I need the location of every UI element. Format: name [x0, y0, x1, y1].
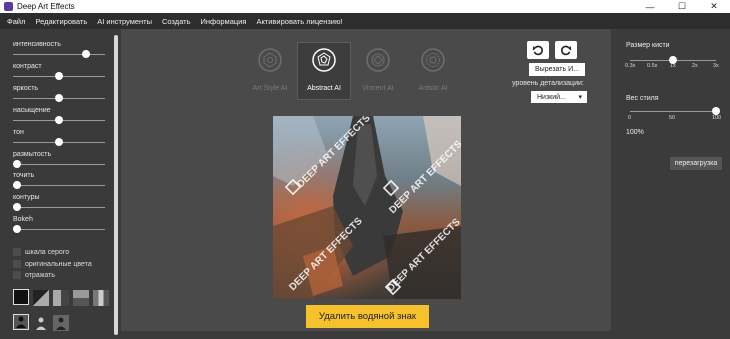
title-bar: Deep Art Effects — ☐ ✕ [0, 0, 730, 13]
checkbox-box[interactable] [13, 271, 21, 279]
preset-dark[interactable] [13, 289, 29, 305]
adjustments-panel: интенсивность контраст яркость насыщение… [0, 29, 118, 339]
slider-knob[interactable] [13, 181, 21, 189]
style-weight-track[interactable] [630, 111, 716, 112]
redo-button[interactable] [555, 41, 577, 59]
person-full-icon[interactable] [13, 314, 29, 330]
checkbox-box[interactable] [13, 260, 21, 268]
remove-watermark-button[interactable]: Удалить водяной знак [306, 305, 429, 328]
slider-track[interactable] [13, 185, 105, 186]
menu-edit[interactable]: Редактировать [35, 17, 87, 26]
style-abstract-ai[interactable]: Abstract AI [297, 42, 351, 100]
preset-diagonal[interactable] [33, 290, 49, 306]
style-weight-label: Вес стиля [626, 95, 659, 102]
slider-label: точить [13, 172, 35, 179]
slider-track[interactable] [13, 207, 105, 208]
slider-label: насыщение [13, 107, 51, 114]
slider-knob[interactable] [55, 94, 63, 102]
style-art-style-ai[interactable]: Art Style AI [244, 43, 296, 99]
slider-knob[interactable] [13, 203, 21, 211]
window-title: Deep Art Effects [17, 2, 75, 11]
art-style-icon [257, 47, 283, 73]
redo-icon [561, 45, 571, 56]
tick-label: 2x [692, 63, 698, 69]
slider-knob[interactable] [55, 116, 63, 124]
preset-stripes[interactable] [93, 290, 109, 306]
style-name: Artistic AI [418, 85, 448, 92]
slider-label: размытость [13, 151, 52, 158]
slider-label: Bokeh [13, 216, 33, 223]
checkbox-box[interactable] [13, 248, 21, 256]
slider-knob[interactable] [81, 50, 90, 58]
minimize-icon[interactable]: — [634, 0, 666, 13]
tick-label: 0 [628, 115, 632, 121]
checkbox-original-colors[interactable]: оригинальные цвета [13, 260, 92, 268]
brush-panel: Размер кисти 0.3x 0.5x 1x 2x 3x Вес стил… [614, 29, 730, 339]
checkbox-label: шкала серого [25, 248, 70, 256]
tick-label: 3x [713, 63, 719, 69]
reload-button[interactable]: перезагрузка [670, 157, 722, 170]
checkbox-label: оригинальные цвета [25, 260, 92, 268]
preset-half[interactable] [73, 290, 89, 306]
detail-level-value: Низкий... [537, 93, 566, 101]
brush-size-label: Размер кисти [626, 42, 670, 49]
app-logo-icon [4, 2, 13, 11]
preset-split[interactable] [53, 290, 69, 306]
cut-button[interactable]: Вырезать И... [529, 63, 585, 76]
style-name: Vincent AI [362, 85, 394, 92]
menu-activate-license[interactable]: Активировать лицензию! [256, 17, 342, 26]
abstract-icon [311, 47, 337, 73]
slider-label: тон [13, 129, 24, 136]
slider-track[interactable] [13, 229, 105, 230]
close-icon[interactable]: ✕ [698, 0, 730, 13]
tick-label: 0.5x [647, 63, 658, 69]
style-weight-percent: 100% [626, 129, 644, 136]
slider-knob[interactable] [13, 160, 21, 168]
maximize-icon[interactable]: ☐ [666, 0, 698, 13]
tick-label: 50 [669, 115, 676, 121]
person-bg-icon[interactable] [53, 315, 69, 331]
artwork-canvas[interactable]: DEEP ART EFFECTS DEEP ART EFFECTS DEEP A… [273, 116, 461, 299]
menu-file[interactable]: Файл [7, 17, 25, 26]
checkbox-label: отражать [25, 271, 56, 279]
slider-track[interactable] [13, 164, 105, 165]
slider-knob[interactable] [55, 72, 63, 80]
style-vincent-ai[interactable]: Vincent AI [352, 43, 404, 99]
checkbox-mirror[interactable]: отражать [13, 271, 55, 279]
chevron-down-icon: ▾ [578, 94, 582, 101]
slider-label: интенсивность [13, 41, 61, 48]
menu-bar: Файл Редактировать AI инструменты Создат… [0, 13, 730, 29]
style-artistic-ai[interactable]: Artistic AI [407, 43, 459, 99]
window-controls: — ☐ ✕ [634, 0, 730, 13]
left-panel-scrollbar[interactable] [114, 35, 118, 335]
menu-create[interactable]: Создать [162, 17, 191, 26]
slider-knob[interactable] [13, 225, 21, 233]
slider-knob[interactable] [55, 138, 63, 146]
person-fg-icon[interactable] [33, 315, 49, 331]
tick-label: 1x [670, 63, 676, 69]
tick-label: 0.3x [625, 63, 636, 69]
menu-ai-tools[interactable]: AI инструменты [97, 17, 152, 26]
slider-track[interactable] [13, 54, 105, 55]
undo-button[interactable] [527, 41, 549, 59]
style-name: Art Style AI [252, 85, 288, 92]
slider-label: контуры [13, 194, 40, 201]
vincent-icon [365, 47, 391, 73]
detail-level-select[interactable]: Низкий... ▾ [531, 91, 587, 103]
tick-label: 100 [712, 115, 722, 121]
artistic-icon [420, 47, 446, 73]
undo-icon [533, 45, 543, 56]
slider-label: яркость [13, 85, 39, 92]
detail-level-label: уровень детализации: [512, 80, 584, 87]
style-weight-knob[interactable] [712, 107, 720, 115]
slider-label: контраст [13, 63, 42, 70]
workspace: Art Style AI Abstract AI Vincent AI Arti… [121, 29, 611, 331]
menu-info[interactable]: Информация [201, 17, 247, 26]
style-name: Abstract AI [307, 85, 341, 92]
checkbox-grayscale[interactable]: шкала серого [13, 248, 69, 256]
